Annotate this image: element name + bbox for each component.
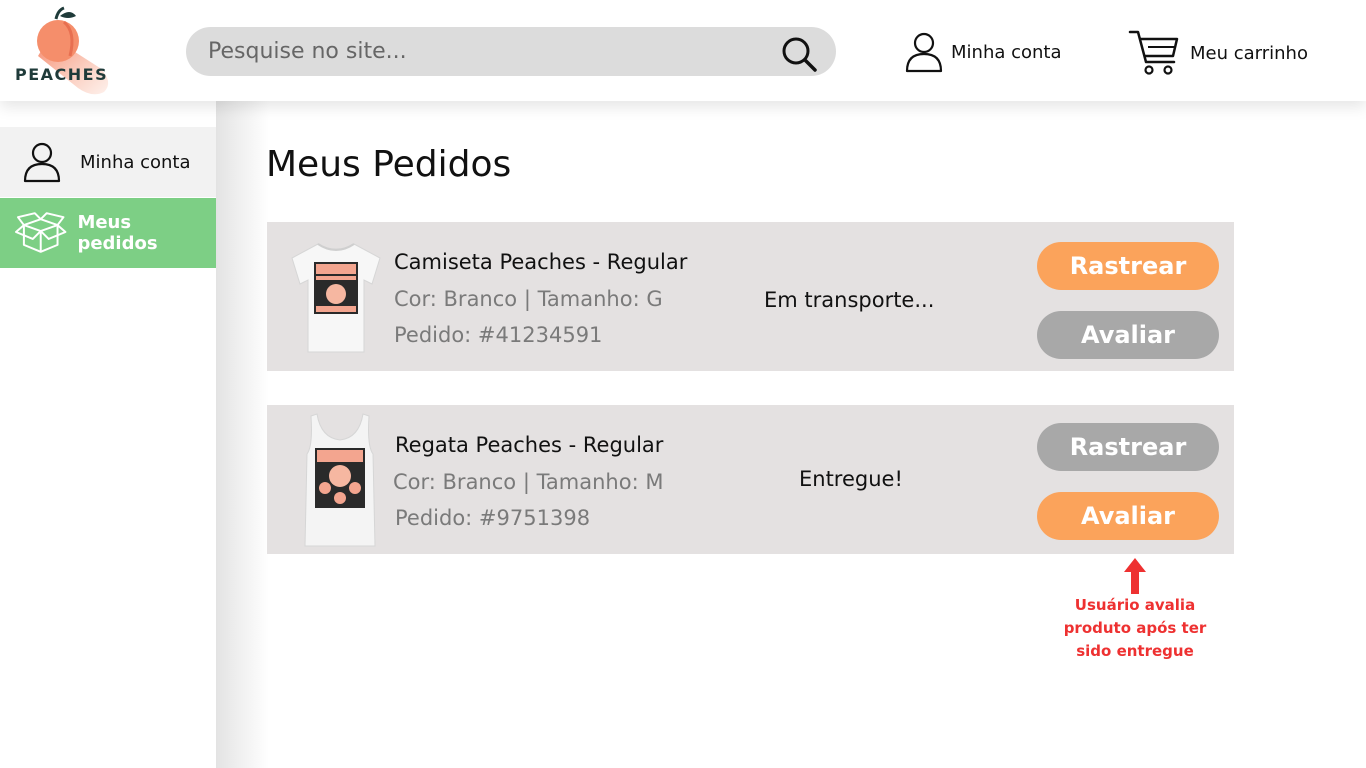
order-card: Regata Peaches - Regular Cor: Branco | T…: [267, 405, 1234, 554]
cart-icon: [1128, 30, 1179, 75]
brand-name: PEACHES: [15, 65, 109, 84]
order-status: Entregue!: [799, 467, 903, 491]
search-bar: [186, 27, 836, 76]
rate-button[interactable]: Avaliar: [1037, 492, 1219, 540]
tshirt-image: [291, 243, 381, 353]
product-attributes: Cor: Branco | Tamanho: M: [393, 470, 664, 494]
product-attributes: Cor: Branco | Tamanho: G: [394, 287, 663, 311]
site-header: PEACHES Minha conta Meu carrinho: [0, 0, 1366, 101]
product-name: Camiseta Peaches - Regular: [394, 250, 688, 274]
order-card: Camiseta Peaches - Regular Cor: Branco |…: [267, 222, 1234, 371]
sidebar-item-label: Minha conta: [80, 151, 191, 173]
annotation-line: produto após ter: [1063, 619, 1207, 637]
sidebar-item-account[interactable]: Minha conta: [0, 127, 216, 197]
product-name: Regata Peaches - Regular: [395, 433, 664, 457]
arrow-up-icon: [1124, 558, 1146, 594]
search-input[interactable]: [208, 27, 768, 76]
peaches-logo[interactable]: [12, 6, 124, 98]
header-cart-link[interactable]: Meu carrinho: [1128, 28, 1308, 78]
search-icon[interactable]: [780, 35, 818, 73]
rate-button[interactable]: Avaliar: [1037, 311, 1219, 359]
user-icon: [905, 32, 943, 73]
user-icon: [23, 142, 61, 183]
order-status: Em transporte...: [764, 288, 935, 312]
order-number: Pedido: #41234591: [394, 323, 603, 347]
page-title: Meus Pedidos: [266, 144, 512, 185]
header-cart-label: Meu carrinho: [1190, 42, 1308, 64]
annotation-note: Usuário avalia produto após ter sido ent…: [1060, 594, 1210, 663]
sidebar-shadow: [217, 101, 269, 768]
header-account-link[interactable]: Minha conta: [905, 30, 1062, 74]
sidebar-item-label: Meus pedidos: [77, 212, 158, 254]
header-account-label: Minha conta: [951, 41, 1062, 63]
peach-icon: [37, 6, 109, 95]
tanktop-image: [304, 413, 376, 547]
order-number: Pedido: #9751398: [395, 506, 591, 530]
annotation-line: Usuário avalia: [1074, 596, 1196, 614]
track-button[interactable]: Rastrear: [1037, 242, 1219, 290]
box-icon: [14, 212, 67, 253]
annotation-line: sido entregue: [1076, 642, 1194, 660]
track-button[interactable]: Rastrear: [1037, 423, 1219, 471]
sidebar-item-orders[interactable]: Meus pedidos: [0, 198, 216, 268]
sidebar: Minha conta Meus pedidos: [0, 101, 217, 768]
